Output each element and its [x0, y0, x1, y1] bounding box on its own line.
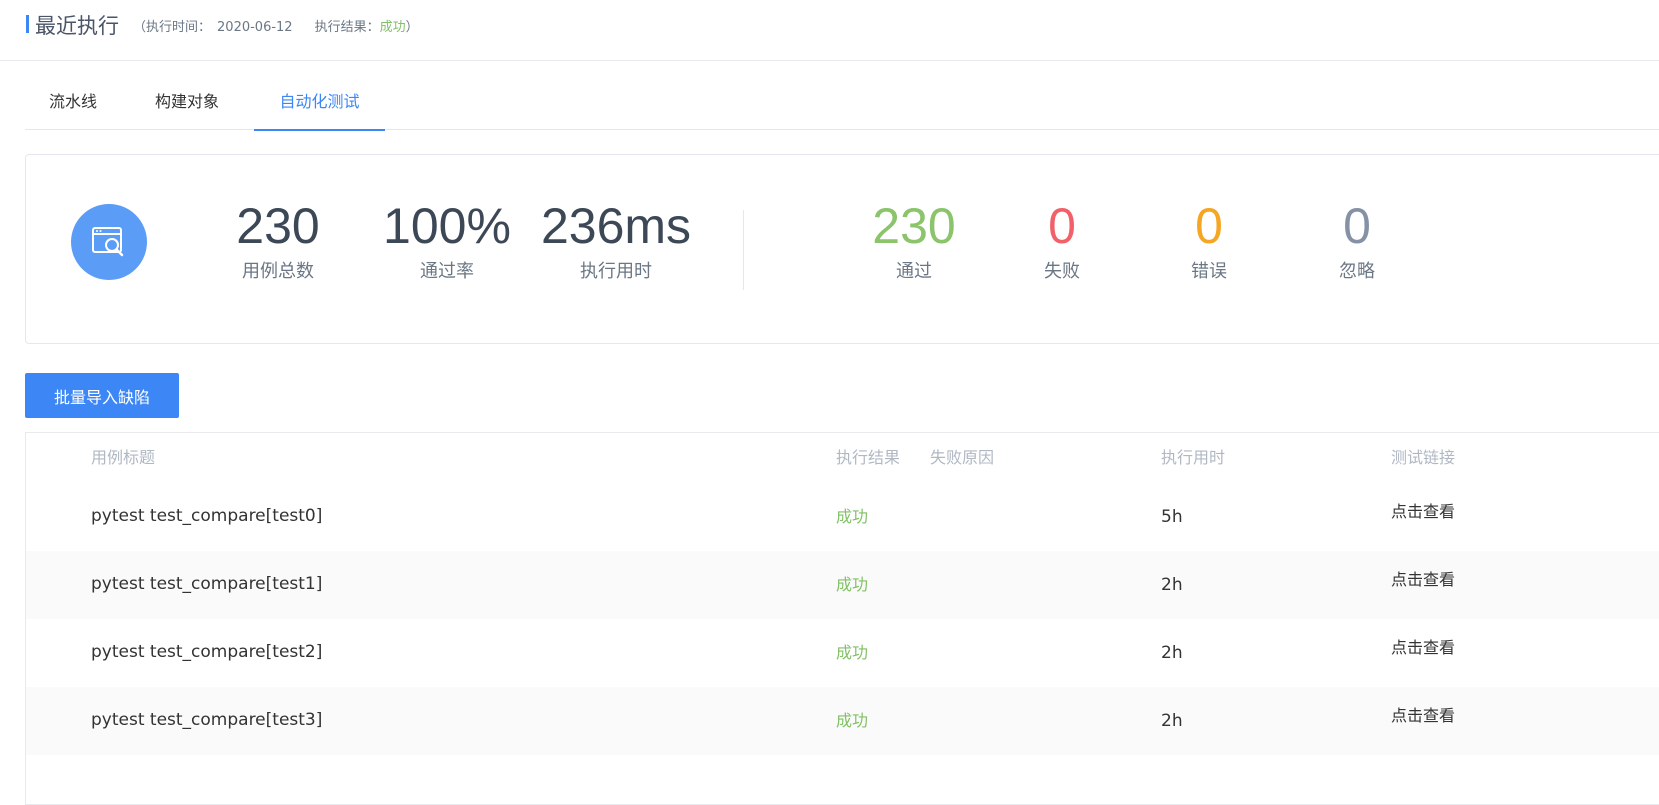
stat-passed: 230 通过	[834, 195, 994, 285]
exec-result-value: 成功	[379, 20, 406, 35]
stat-label: 失败	[1044, 261, 1080, 282]
exec-time-label: 执行时间：	[146, 20, 212, 35]
title-accent-bar	[26, 15, 29, 33]
stat-failed: 0 失败	[982, 195, 1142, 285]
exec-time-value: 2020-06-12	[217, 20, 293, 35]
test-summary-card: 230 用例总数 100% 通过率 236ms 执行用时 230 通过 0 失败…	[25, 154, 1659, 344]
case-title: pytest test_compare[test3]	[91, 710, 323, 730]
stat-label: 忽略	[1339, 261, 1375, 282]
table-row: pytest test_compare[test2] 成功 2h 点击查看	[26, 619, 1659, 687]
stat-value: 0	[1048, 198, 1076, 254]
meta-close-paren: ）	[405, 20, 419, 35]
stat-duration: 236ms 执行用时	[536, 195, 696, 285]
summary-divider	[743, 210, 744, 290]
column-header-fail-reason: 失败原因	[930, 448, 995, 467]
stat-value: 230	[236, 198, 320, 254]
page-header: 最近执行 （执行时间： 2020-06-12 执行结果：成功）	[0, 0, 1659, 61]
import-defects-button[interactable]: 批量导入缺陷	[25, 373, 179, 418]
stat-label: 错误	[1191, 261, 1227, 282]
page-title: 最近执行	[35, 14, 119, 38]
browser-search-icon	[92, 227, 124, 257]
stat-ignored: 0 忽略	[1277, 195, 1437, 285]
case-title: pytest test_compare[test0]	[91, 506, 323, 526]
tab-bar: 流水线 构建对象 自动化测试	[25, 78, 1659, 131]
tab-pipeline[interactable]: 流水线	[49, 78, 97, 129]
meta-open-paren: （	[133, 20, 147, 35]
stat-value: 100%	[383, 198, 511, 254]
view-details-link[interactable]: 点击查看	[1391, 636, 1455, 660]
column-header-result: 执行结果	[836, 448, 901, 467]
stat-label: 执行用时	[580, 261, 652, 282]
case-result: 成功	[836, 643, 869, 662]
view-details-link[interactable]: 点击查看	[1391, 568, 1455, 592]
tab-build-artifacts[interactable]: 构建对象	[155, 78, 219, 129]
table-header: 用例标题 执行结果 失败原因 执行用时 测试链接	[26, 433, 1659, 483]
execution-meta: （执行时间： 2020-06-12 执行结果：成功）	[133, 19, 419, 37]
stat-value: 236ms	[540, 198, 692, 254]
case-duration: 2h	[1161, 643, 1183, 663]
case-result: 成功	[836, 711, 869, 730]
column-header-duration: 执行用时	[1161, 448, 1226, 467]
table-row: pytest test_compare[test0] 成功 5h 点击查看	[26, 483, 1659, 551]
stat-label: 通过	[896, 261, 932, 282]
table-row: pytest test_compare[test1] 成功 2h 点击查看	[26, 551, 1659, 619]
case-duration: 2h	[1161, 711, 1183, 731]
stat-pass-rate: 100% 通过率	[367, 195, 527, 285]
view-details-link[interactable]: 点击查看	[1391, 704, 1455, 728]
column-header-title: 用例标题	[91, 448, 156, 467]
stat-label: 通过率	[420, 261, 474, 282]
column-header-link: 测试链接	[1391, 448, 1456, 467]
stat-label: 用例总数	[242, 261, 314, 282]
table-row: pytest test_compare[test3] 成功 2h 点击查看	[26, 687, 1659, 755]
exec-result-label: 执行结果：	[314, 20, 380, 35]
case-duration: 5h	[1161, 507, 1183, 527]
stat-value: 0	[1343, 198, 1371, 254]
case-title: pytest test_compare[test1]	[91, 574, 323, 594]
stat-value: 230	[872, 198, 956, 254]
stat-value: 0	[1195, 198, 1223, 254]
test-cases-table: 用例标题 执行结果 失败原因 执行用时 测试链接 pytest test_com…	[25, 432, 1659, 805]
summary-icon-circle	[71, 204, 147, 280]
case-result: 成功	[836, 575, 869, 594]
case-duration: 2h	[1161, 575, 1183, 595]
case-result: 成功	[836, 507, 869, 526]
view-details-link[interactable]: 点击查看	[1391, 500, 1455, 524]
tab-automated-tests[interactable]: 自动化测试	[254, 78, 385, 131]
stat-total-cases: 230 用例总数	[198, 195, 358, 285]
case-title: pytest test_compare[test2]	[91, 642, 323, 662]
stat-errors: 0 错误	[1129, 195, 1289, 285]
